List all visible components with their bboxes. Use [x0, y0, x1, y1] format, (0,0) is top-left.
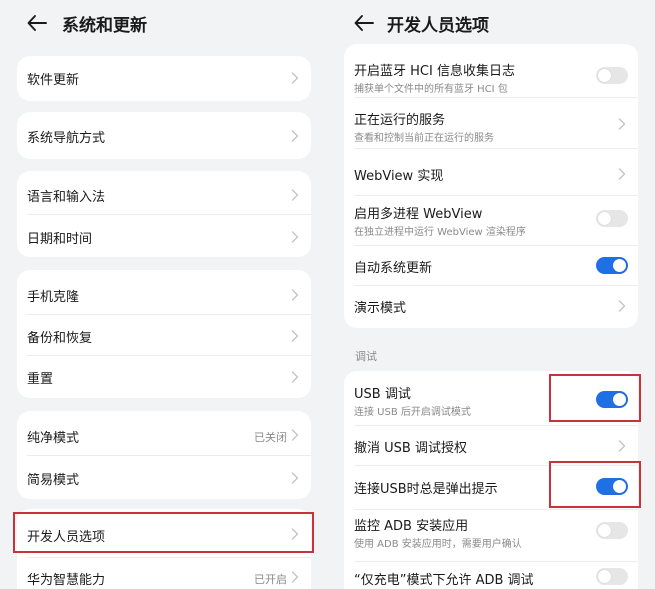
status-value: 已关闭 — [254, 431, 287, 444]
highlight-developer-options — [13, 512, 314, 553]
chevron-right-icon — [618, 118, 626, 130]
auto-update-toggle[interactable] — [596, 257, 628, 274]
setting-demo-mode[interactable]: 演示模式 — [344, 285, 638, 328]
monitor-adb-toggle[interactable] — [596, 522, 628, 539]
chevron-right-icon — [291, 330, 299, 342]
setting-monitor-adb-install[interactable]: 监控 ADB 安装应用 使用 ADB 安装应用时，需要用户确认 — [344, 509, 638, 561]
section-header-debug: 调试 — [355, 350, 377, 363]
menu-item-label: 简易模式 — [27, 473, 80, 488]
menu-item-system-navigation[interactable]: 系统导航方式 — [17, 112, 311, 159]
menu-item-simple-mode[interactable]: 简易模式 — [17, 455, 311, 499]
bluetooth-hci-toggle[interactable] — [596, 67, 628, 84]
menu-item-huawei-smart[interactable]: 华为智慧能力 已开启 — [17, 557, 311, 589]
setting-revoke-usb-auth[interactable]: 撤消 USB 调试授权 — [344, 425, 638, 465]
setting-charge-only-adb[interactable]: “仅充电”模式下允许 ADB 调试 — [344, 561, 638, 589]
setting-label: 开启蓝牙 HCI 信息收集日志 — [354, 64, 515, 79]
highlight-usb-debugging — [549, 374, 641, 422]
status-value: 已开启 — [254, 573, 287, 586]
chevron-right-icon — [291, 289, 299, 301]
chevron-right-icon — [291, 571, 299, 583]
menu-item-label: 备份和恢复 — [27, 331, 93, 346]
setting-label: 自动系统更新 — [354, 261, 433, 276]
setting-running-services[interactable]: 正在运行的服务 查看和控制当前正在运行的服务 — [344, 97, 638, 147]
chevron-right-icon — [291, 429, 299, 441]
setting-description: 使用 ADB 安装应用时，需要用户确认 — [354, 539, 522, 550]
menu-item-label: 手机克隆 — [27, 290, 80, 305]
chevron-right-icon — [618, 300, 626, 312]
menu-item-label: 系统导航方式 — [27, 131, 106, 146]
settings-card-language: 语言和输入法 日期和时间 — [17, 171, 311, 257]
setting-label: 演示模式 — [354, 301, 407, 316]
setting-description: 查看和控制当前正在运行的服务 — [354, 133, 494, 144]
left-header: 系统和更新 — [0, 0, 327, 46]
menu-item-reset[interactable]: 重置 — [17, 355, 311, 398]
setting-label: USB 调试 — [354, 387, 411, 402]
setting-bluetooth-hci-log[interactable]: 开启蓝牙 HCI 信息收集日志 捕获单个文件中的所有蓝牙 HCI 包 — [344, 44, 638, 97]
chevron-right-icon — [291, 189, 299, 201]
back-arrow-icon[interactable] — [353, 12, 375, 34]
highlight-usb-prompt — [549, 461, 641, 508]
setting-multiprocess-webview[interactable]: 启用多进程 WebView 在独立进程中运行 WebView 渲染程序 — [344, 195, 638, 245]
menu-item-language-input[interactable]: 语言和输入法 — [17, 171, 311, 214]
back-arrow-icon[interactable] — [26, 12, 48, 34]
menu-item-label: 语言和输入法 — [27, 190, 106, 205]
setting-label: “仅充电”模式下允许 ADB 调试 — [354, 573, 534, 588]
setting-description: 连接 USB 后开启调试模式 — [354, 407, 471, 418]
settings-card-navigation: 系统导航方式 — [17, 112, 311, 159]
setting-label: 监控 ADB 安装应用 — [354, 519, 469, 534]
setting-webview-implementation[interactable]: WebView 实现 — [344, 148, 638, 195]
setting-label: 连接USB时总是弹出提示 — [354, 482, 498, 497]
chevron-right-icon — [618, 168, 626, 180]
setting-description: 捕获单个文件中的所有蓝牙 HCI 包 — [354, 84, 508, 95]
menu-item-label: 日期和时间 — [27, 232, 93, 247]
menu-item-phone-clone[interactable]: 手机克隆 — [17, 270, 311, 313]
menu-item-pure-mode[interactable]: 纯净模式 已关闭 — [17, 411, 311, 455]
chevron-right-icon — [291, 130, 299, 142]
chevron-right-icon — [291, 371, 299, 383]
menu-item-software-update[interactable]: 软件更新 — [17, 56, 311, 101]
setting-label: 撤消 USB 调试授权 — [354, 441, 467, 456]
chevron-right-icon — [291, 231, 299, 243]
setting-label: WebView 实现 — [354, 169, 444, 184]
menu-item-label: 华为智慧能力 — [27, 573, 106, 588]
settings-card-modes: 纯净模式 已关闭 简易模式 — [17, 411, 311, 499]
chevron-right-icon — [291, 472, 299, 484]
right-header: 开发人员选项 — [327, 0, 655, 46]
menu-item-label: 软件更新 — [27, 73, 80, 88]
menu-item-date-time[interactable]: 日期和时间 — [17, 214, 311, 257]
developer-options-panel: 开发人员选项 开启蓝牙 HCI 信息收集日志 捕获单个文件中的所有蓝牙 HCI … — [327, 0, 655, 589]
settings-card-backup: 手机克隆 备份和恢复 重置 — [17, 270, 311, 398]
menu-item-label: 重置 — [27, 372, 54, 387]
system-update-panel: 系统和更新 软件更新 系统导航方式 语言和输入法 日期和时间 手机克隆 备份和恢… — [0, 0, 327, 589]
setting-label: 正在运行的服务 — [354, 113, 446, 128]
chevron-right-icon — [291, 72, 299, 84]
chevron-right-icon — [618, 440, 626, 452]
page-title: 开发人员选项 — [387, 16, 489, 36]
menu-item-backup-restore[interactable]: 备份和恢复 — [17, 314, 311, 355]
menu-item-label: 纯净模式 — [27, 431, 80, 446]
page-title: 系统和更新 — [62, 16, 147, 36]
developer-card-general: 开启蓝牙 HCI 信息收集日志 捕获单个文件中的所有蓝牙 HCI 包 正在运行的… — [344, 44, 638, 328]
charge-only-adb-toggle[interactable] — [596, 568, 628, 585]
setting-label: 启用多进程 WebView — [354, 207, 483, 222]
setting-auto-system-update[interactable]: 自动系统更新 — [344, 245, 638, 285]
setting-description: 在独立进程中运行 WebView 渲染程序 — [354, 227, 526, 238]
settings-card-update: 软件更新 — [17, 56, 311, 101]
multiprocess-webview-toggle[interactable] — [596, 210, 628, 227]
